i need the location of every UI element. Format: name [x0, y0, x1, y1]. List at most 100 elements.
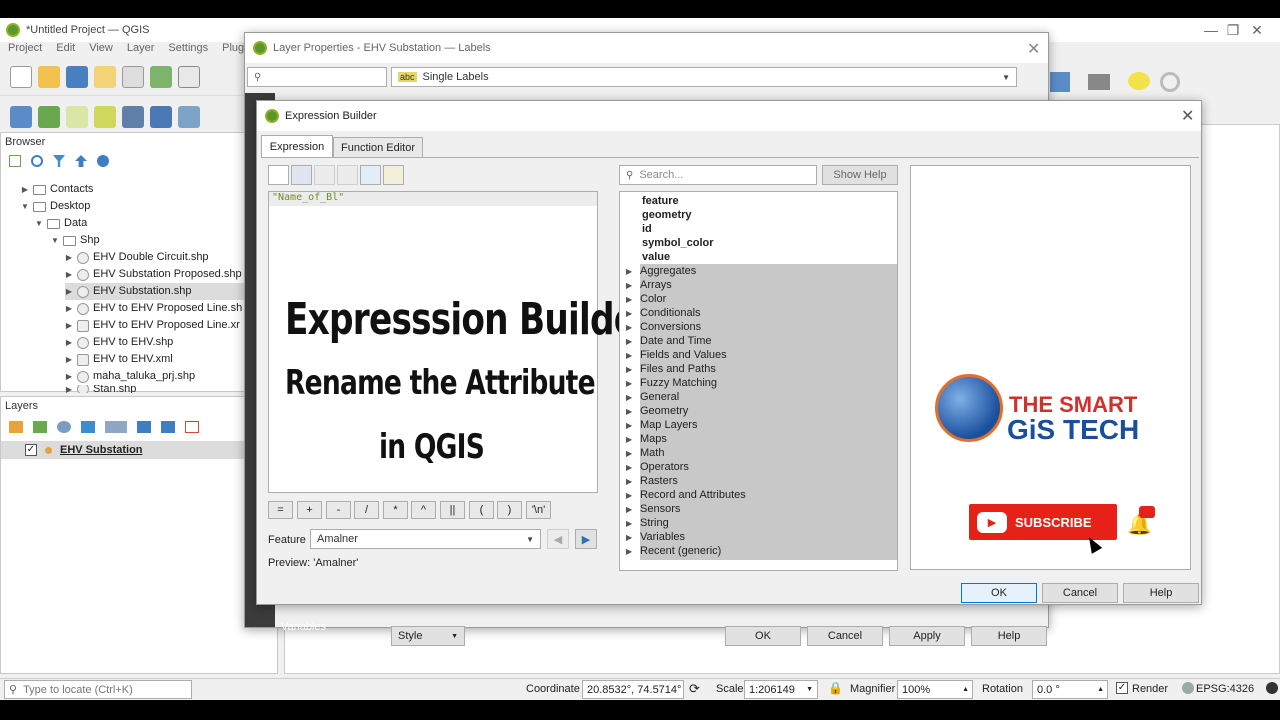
list-item-group[interactable]: ▶ Aggregates [620, 264, 897, 278]
list-item-group[interactable]: ▶ Variables [620, 530, 897, 544]
filter-expression-icon[interactable] [105, 421, 127, 433]
browser-item-file[interactable]: ▶ maha_taluka_prj.shp [65, 368, 195, 385]
layer-properties-search-input[interactable]: ⚲ [247, 67, 387, 87]
show-help-button[interactable]: Show Help [822, 165, 898, 185]
menu-view[interactable]: View [89, 42, 113, 58]
list-item-group[interactable]: ▶ Color [620, 292, 897, 306]
attribute-table-icon[interactable] [1050, 72, 1070, 92]
browser-item-file[interactable]: ▶ EHV to EHV.shp [65, 334, 173, 351]
rotation-field[interactable]: 0.0 ° ▲ [1032, 680, 1108, 699]
next-feature-button[interactable]: ▶ [575, 529, 597, 549]
layer-properties-help-button[interactable]: Help [971, 626, 1047, 646]
browser-item-contacts[interactable]: ▶ Contacts [21, 181, 94, 198]
expand-all-icon[interactable] [137, 421, 151, 433]
menu-project[interactable]: Project [8, 42, 42, 58]
new-file-icon[interactable] [268, 165, 289, 185]
pan-hand-icon[interactable] [178, 65, 200, 88]
list-item-group[interactable]: ▶ Record and Attributes [620, 488, 897, 502]
browser-item-file[interactable]: ▶ Stan.shp [65, 385, 136, 393]
list-item-group[interactable]: ▶ Operators [620, 460, 897, 474]
label-mode-select[interactable]: abc Single Labels ▼ [391, 67, 1017, 87]
list-item-field[interactable]: feature [620, 194, 897, 208]
list-item-group[interactable]: ▶ Files and Paths [620, 362, 897, 376]
filter-legend-icon[interactable] [81, 421, 95, 433]
tab-function-editor[interactable]: Function Editor [333, 137, 423, 157]
layer-row-ehv-substation[interactable]: ✓ EHV Substation [1, 441, 277, 459]
operator-close-paren-button[interactable]: ) [497, 501, 522, 519]
render-checkbox[interactable]: ✓ [1116, 682, 1128, 694]
import-icon[interactable] [360, 165, 381, 185]
save-file-icon[interactable] [291, 165, 312, 185]
operator-open-paren-button[interactable]: ( [469, 501, 494, 519]
filter-icon[interactable] [53, 155, 65, 167]
open-project-icon[interactable] [38, 65, 60, 88]
list-item-group[interactable]: ▶ Fields and Values [620, 348, 897, 362]
layer-visibility-checkbox[interactable]: ✓ [25, 444, 37, 456]
browser-item-file[interactable]: ▶ EHV to EHV.xml [65, 351, 173, 368]
browser-item-desktop[interactable]: ▼ Desktop [21, 198, 90, 215]
list-item-group[interactable]: ▶ General [620, 390, 897, 404]
list-item-field[interactable]: symbol_color [620, 236, 897, 250]
layer-properties-cancel-button[interactable]: Cancel [807, 626, 883, 646]
magnifier-field[interactable]: 100% ▲ [897, 680, 973, 699]
expression-builder-close-icon[interactable]: ✕ [1181, 106, 1194, 126]
save-project-icon[interactable] [66, 65, 88, 88]
add-wms-icon[interactable] [122, 105, 144, 128]
menu-settings[interactable]: Settings [168, 42, 208, 58]
operator-minus-button[interactable]: - [326, 501, 351, 519]
add-layer-icon[interactable] [10, 105, 32, 128]
list-item-group[interactable]: ▶ Conversions [620, 320, 897, 334]
coordinate-field[interactable]: 20.8532°, 74.5714° [582, 680, 684, 699]
window-close-icon[interactable]: ✕ [1234, 18, 1280, 42]
menu-plugins[interactable]: Plugi [222, 42, 246, 58]
browser-item-file[interactable]: ▶ EHV to EHV Proposed Line.sh [65, 300, 242, 317]
eye-icon[interactable] [57, 421, 71, 433]
lock-icon[interactable]: 🔒 [828, 681, 843, 695]
crs-globe-icon[interactable] [1182, 682, 1194, 694]
style-icon[interactable] [9, 421, 23, 433]
toggle-extents-icon[interactable]: ⟳ [689, 681, 700, 697]
annotation-icon[interactable] [1128, 72, 1150, 90]
browser-item-file[interactable]: ▶ EHV Substation Proposed.shp [65, 266, 242, 283]
list-item-group[interactable]: ▶ Map Layers [620, 418, 897, 432]
digitize-icon[interactable] [94, 105, 116, 128]
crs-label[interactable]: EPSG:4326 [1196, 683, 1254, 695]
tab-expression[interactable]: Expression [261, 135, 333, 157]
add-vector-icon[interactable] [66, 105, 88, 128]
list-item-group[interactable]: ▶ Rasters [620, 474, 897, 488]
layer-properties-apply-button[interactable]: Apply [889, 626, 965, 646]
list-item-group[interactable]: ▶ Recent (generic) [620, 544, 897, 558]
collapse-all-icon[interactable] [161, 421, 175, 433]
new-project-icon[interactable] [10, 65, 32, 88]
list-item-field[interactable]: value [620, 250, 897, 264]
remove-layer-icon[interactable] [185, 421, 199, 433]
add-wfs-icon[interactable] [150, 105, 172, 128]
operator-equals-button[interactable]: = [268, 501, 293, 519]
expression-help-button[interactable]: Help [1123, 583, 1199, 603]
messages-icon[interactable] [1266, 682, 1278, 694]
operator-multiply-button[interactable]: * [383, 501, 408, 519]
layout-manager-icon[interactable] [122, 65, 144, 88]
browser-item-file[interactable]: ▶ EHV to EHV Proposed Line.xr [65, 317, 240, 334]
layer-properties-close-icon[interactable]: ✕ [1027, 39, 1040, 59]
settings-gear-icon[interactable] [1160, 72, 1180, 92]
menu-layer[interactable]: Layer [127, 42, 155, 58]
add-selected-icon[interactable] [9, 155, 21, 167]
list-item-group[interactable]: ▶ Maps [620, 432, 897, 446]
list-item-group[interactable]: ▶ Sensors [620, 502, 897, 516]
add-group-icon[interactable] [33, 421, 47, 433]
list-item-group[interactable]: ▶ Conditionals [620, 306, 897, 320]
list-item-group[interactable]: ▶ Date and Time [620, 334, 897, 348]
expression-ok-button[interactable]: OK [961, 583, 1037, 603]
list-item-field[interactable]: geometry [620, 208, 897, 222]
list-item-group[interactable]: ▶ Math [620, 446, 897, 460]
export-icon[interactable] [383, 165, 404, 185]
locate-input[interactable]: ⚲ Type to locate (Ctrl+K) [4, 680, 192, 699]
layer-properties-ok-button[interactable]: OK [725, 626, 801, 646]
sidebar-item-variables[interactable]: Variables [281, 621, 326, 633]
expression-text[interactable]: "Name_of_Bl" [269, 192, 597, 206]
list-item-group[interactable]: ▶ Fuzzy Matching [620, 376, 897, 390]
list-item-group[interactable]: ▶ Geometry [620, 404, 897, 418]
menu-edit[interactable]: Edit [56, 42, 75, 58]
list-item-group[interactable]: ▶ String [620, 516, 897, 530]
